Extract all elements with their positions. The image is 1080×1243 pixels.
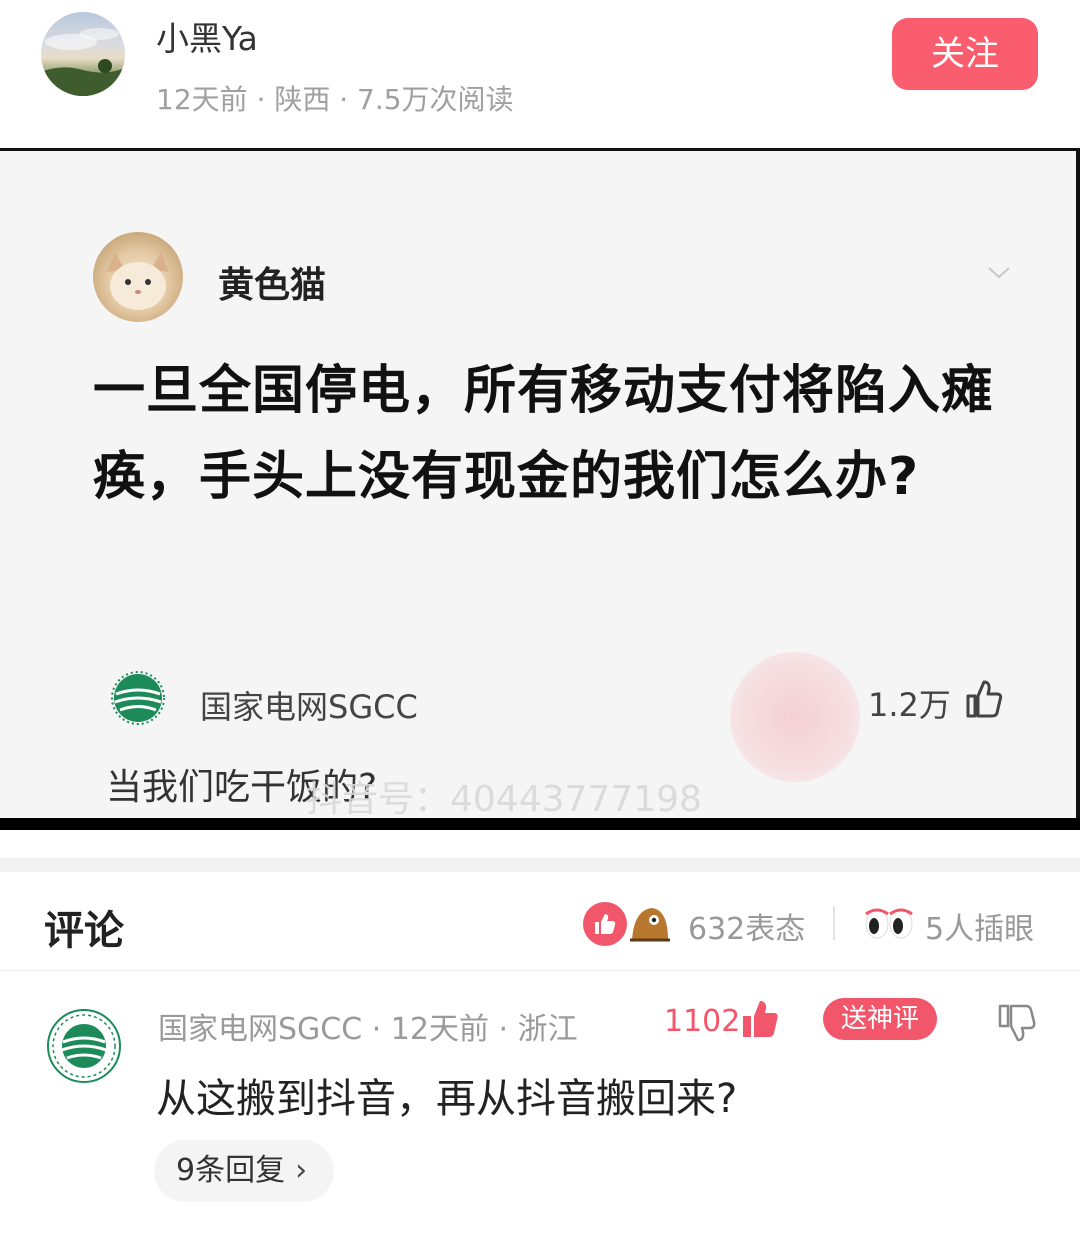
- chevron-down-icon: [988, 267, 1010, 279]
- embed-bottom-border: [0, 818, 1080, 830]
- author-avatar[interactable]: [41, 12, 125, 96]
- embedded-question: 一旦全国停电，所有移动支付将陷入瘫痪，手头上没有现金的我们怎么办?: [93, 361, 995, 507]
- author-meta: 12天前 · 陕西 · 7.5万次阅读: [156, 83, 514, 116]
- sgcc-logo: [111, 671, 165, 725]
- thumb-up-icon: [966, 680, 1003, 718]
- follow-button[interactable]: 关注: [892, 18, 1038, 90]
- send-god-comment-button[interactable]: 送神评: [823, 998, 937, 1040]
- comments-divider: [0, 970, 1080, 971]
- comments-title: 评论: [44, 908, 124, 954]
- watermark-stamp: [730, 652, 860, 782]
- comment-text: 从这搬到抖音，再从抖音搬回来?: [156, 1076, 738, 1122]
- emoji-reaction-icon[interactable]: [626, 900, 672, 946]
- embedded-reply-author: 国家电网SGCC: [200, 688, 418, 726]
- commenter-avatar[interactable]: [46, 1008, 122, 1084]
- author-name[interactable]: 小黑Ya: [156, 12, 258, 60]
- like-reaction-icon[interactable]: [583, 902, 627, 946]
- cat-face-image: [107, 252, 169, 310]
- dislike-icon[interactable]: [996, 1002, 1036, 1044]
- header-separator: [833, 906, 835, 940]
- section-gap: [0, 858, 1080, 872]
- landscape-avatar-image: [41, 28, 125, 96]
- peek-count[interactable]: 5人插眼: [925, 904, 1034, 948]
- chevron-right-icon: ›: [295, 1153, 308, 1188]
- replies-label: 9条回复: [176, 1153, 286, 1188]
- reaction-count[interactable]: 632表态: [688, 904, 805, 948]
- comment-like-count: 1102: [664, 1004, 741, 1039]
- thumb-up-icon: [595, 914, 616, 934]
- eyes-icon[interactable]: [864, 902, 914, 942]
- thumb-up-icon[interactable]: [740, 998, 780, 1040]
- watermark-text: 抖音号：40443777198: [306, 779, 702, 820]
- cat-avatar: [93, 232, 183, 322]
- embedded-reply-likes: 1.2万: [868, 686, 951, 724]
- view-replies-button[interactable]: 9条回复 ›: [154, 1140, 334, 1202]
- embedded-user-name: 黄色猫: [218, 265, 327, 306]
- comment-meta[interactable]: 国家电网SGCC · 12天前 · 浙江: [158, 1004, 578, 1048]
